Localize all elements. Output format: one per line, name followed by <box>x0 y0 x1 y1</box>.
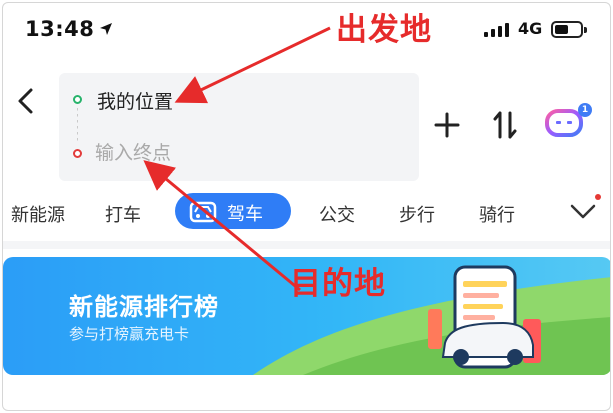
destination-input[interactable] <box>95 139 395 167</box>
swap-route-button[interactable] <box>491 109 519 141</box>
route-input-box: 我的位置 <box>59 73 419 181</box>
tab-drive[interactable]: 驾车 <box>175 193 291 229</box>
annotation-end-label: 目的地 <box>290 266 386 302</box>
start-location-field[interactable]: 我的位置 <box>97 87 173 114</box>
notification-badge: 1 <box>578 103 592 117</box>
end-point-dot <box>73 149 82 158</box>
tab-new-energy[interactable]: 新能源 <box>11 201 65 227</box>
banner-pager <box>263 365 320 375</box>
back-chevron-icon[interactable] <box>15 87 37 115</box>
signal-icon <box>484 23 509 37</box>
section-divider <box>3 241 610 249</box>
tab-bus[interactable]: 公交 <box>319 201 355 227</box>
battery-icon <box>551 21 587 38</box>
network-type: 4G <box>518 19 543 38</box>
tab-taxi[interactable]: 打车 <box>105 201 141 227</box>
location-arrow-icon <box>100 23 112 35</box>
transport-mode-tabs: 新能源 打车 驾车 公交 步行 骑行 <box>3 191 610 235</box>
annotation-start-label: 出发地 <box>336 12 432 48</box>
add-waypoint-button[interactable] <box>433 111 461 139</box>
chevron-down-icon[interactable] <box>569 199 597 223</box>
app-screen: 13:48 4G 我的位置 输入终点 1 新能源 打车 驾车 公交 步行 骑行 … <box>2 2 611 411</box>
car-icon <box>189 201 217 223</box>
route-connector <box>77 108 78 144</box>
start-point-dot <box>73 95 82 104</box>
tab-bike[interactable]: 骑行 <box>479 201 515 227</box>
status-bar: 13:48 4G <box>3 3 610 61</box>
tab-drive-label: 驾车 <box>227 204 263 225</box>
status-time: 13:48 <box>25 17 95 41</box>
tab-walk[interactable]: 步行 <box>399 201 435 227</box>
red-dot-indicator <box>595 194 601 200</box>
